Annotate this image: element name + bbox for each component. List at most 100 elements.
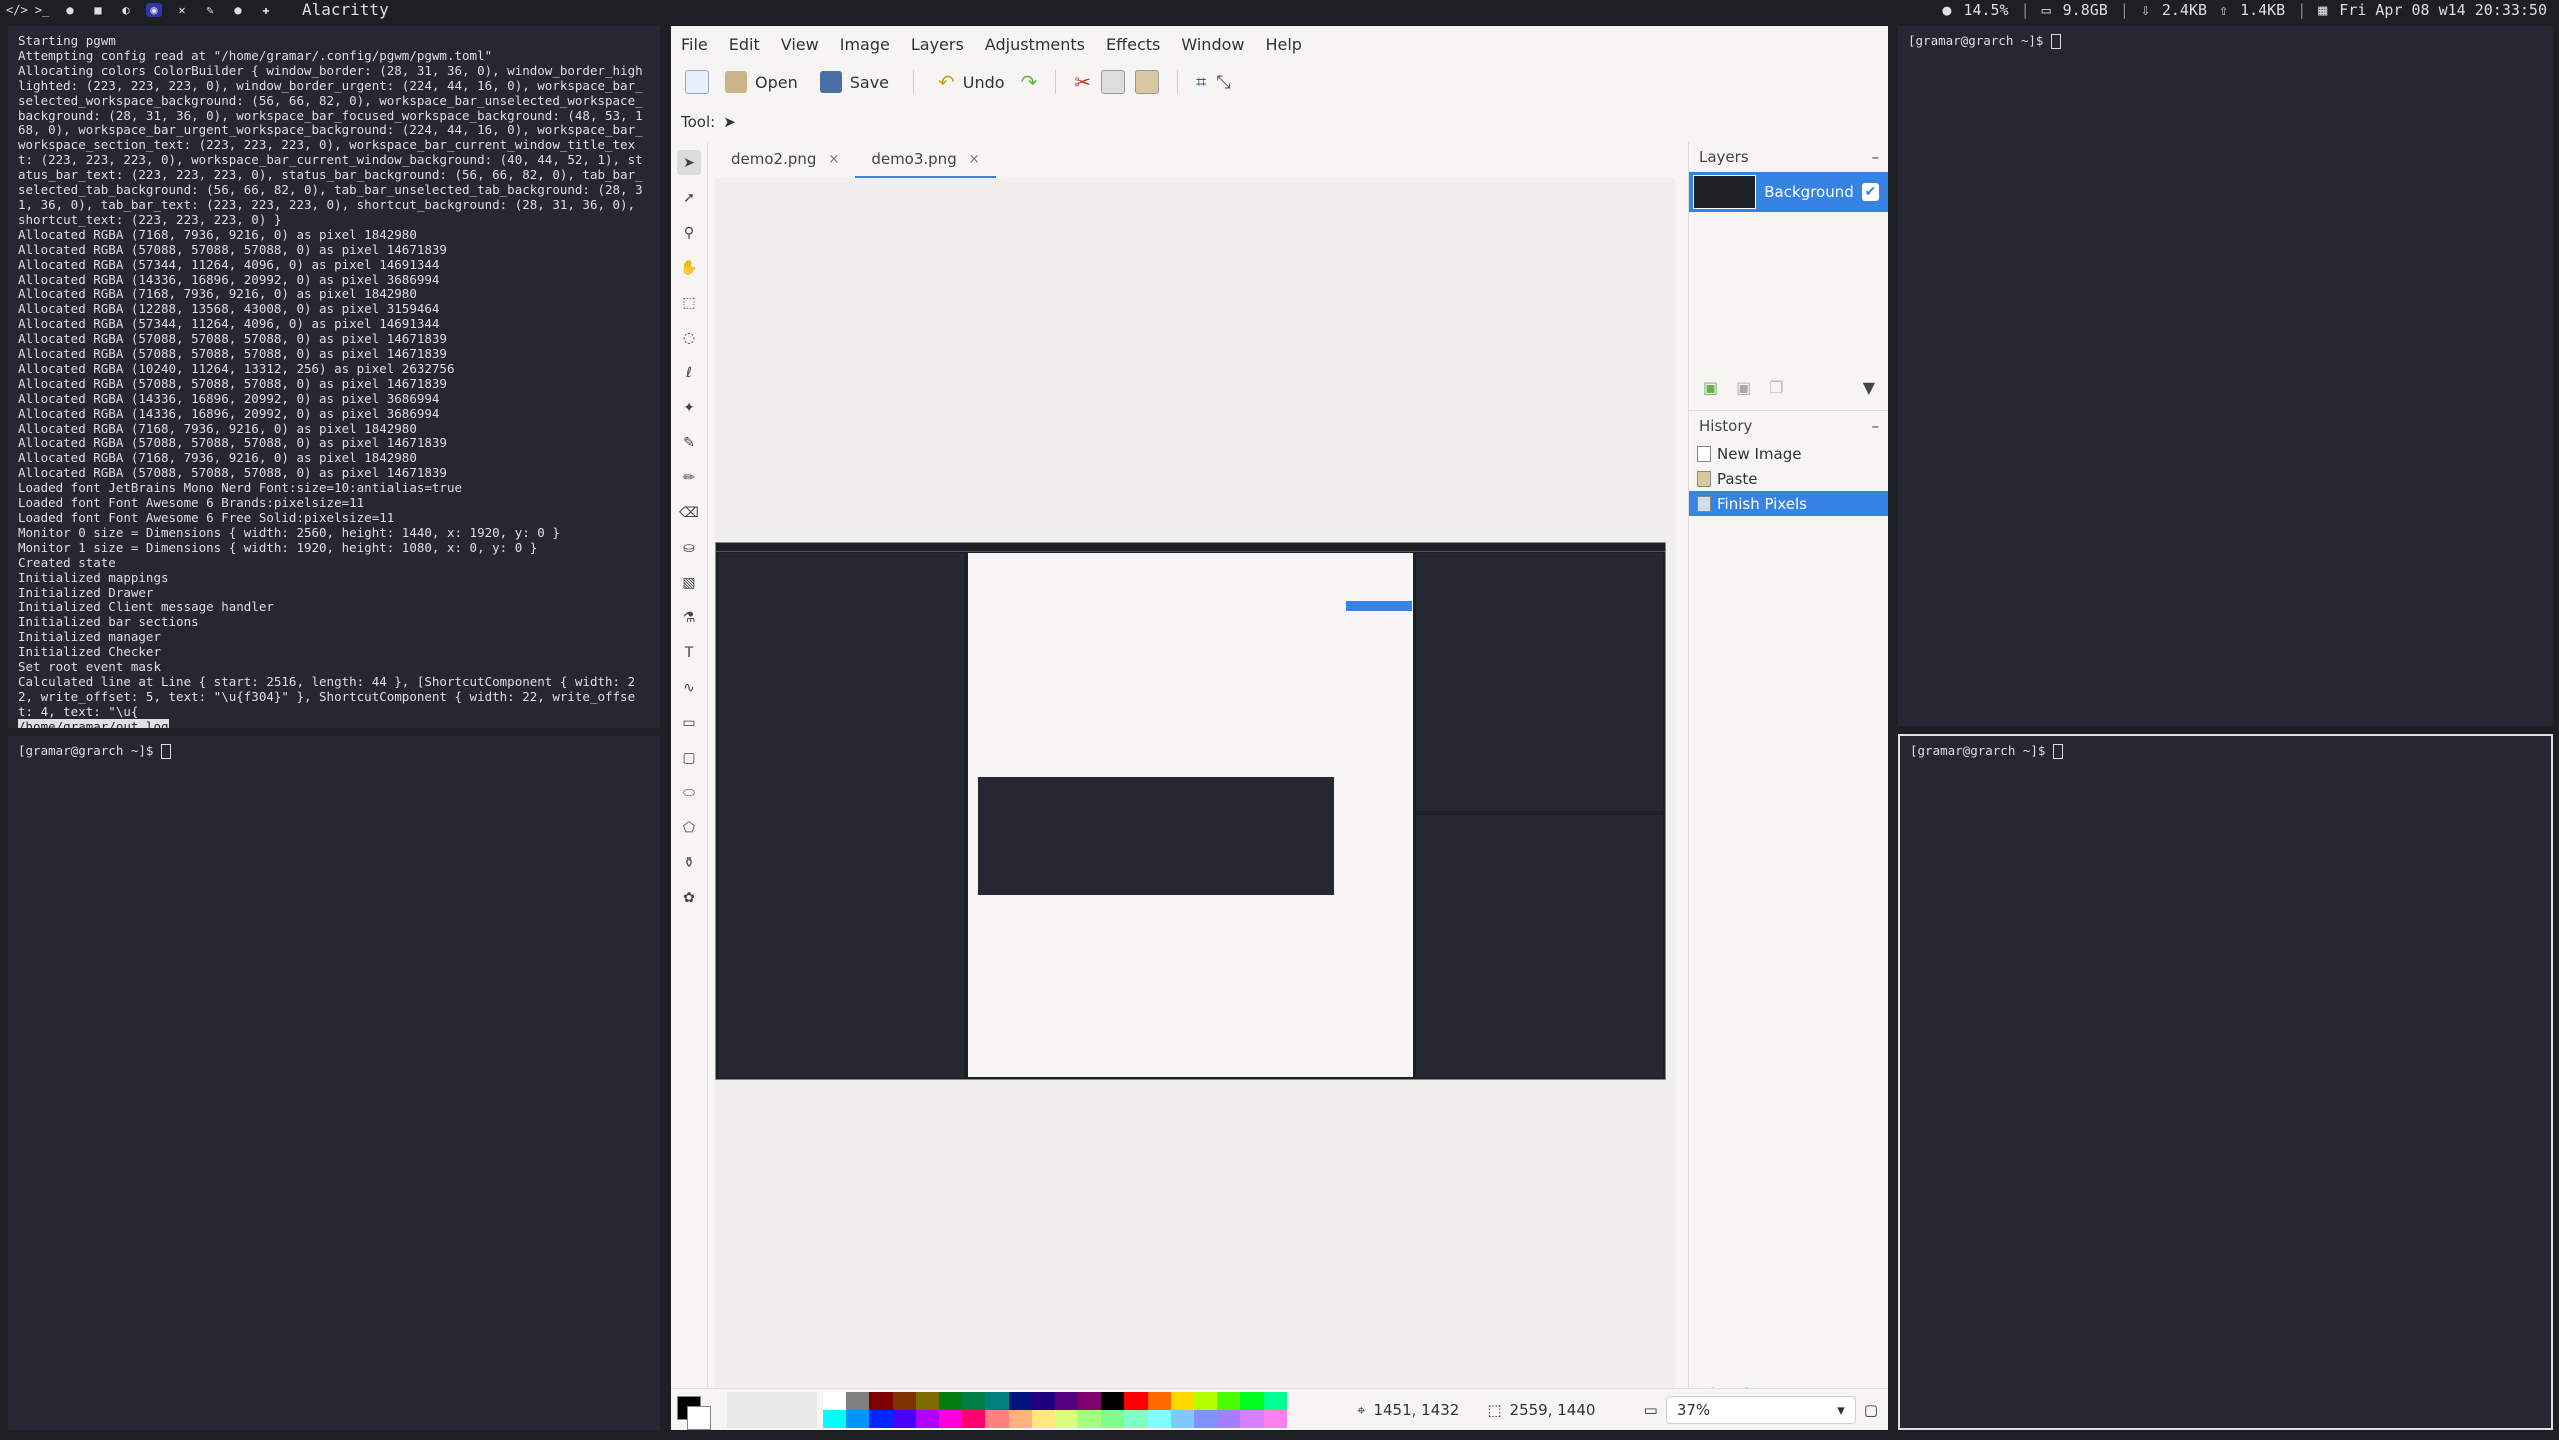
palette-swatch[interactable] [1170,1392,1194,1410]
recolor-icon[interactable]: ✿ [677,885,701,910]
workspace-8[interactable]: ✎ [202,3,218,17]
palette-swatch[interactable] [938,1410,963,1428]
palette-swatch[interactable] [892,1410,916,1428]
workspace-6[interactable]: ◉ [146,3,162,17]
palette-swatch[interactable] [915,1410,939,1428]
palette-swatch[interactable] [1008,1392,1032,1410]
palette-swatch[interactable] [1217,1410,1241,1428]
palette-swatch[interactable] [1101,1410,1125,1428]
workspace-9[interactable]: ● [230,3,246,17]
layer-menu-icon[interactable]: ▼ [1863,378,1875,397]
palette-swatch[interactable] [1124,1392,1148,1410]
palette-swatch[interactable] [1170,1410,1194,1428]
workspace-7[interactable]: ✕ [174,3,190,17]
palette-swatch[interactable] [846,1392,870,1410]
palette-swatch[interactable] [1078,1392,1102,1410]
palette-swatch[interactable] [985,1392,1009,1410]
history-item[interactable]: Paste [1689,466,1888,491]
open-button[interactable]: Open [719,67,804,97]
paintbrush-icon[interactable]: ✎ [677,430,701,455]
zoom-select[interactable]: 37% ▾ [1665,1396,1856,1424]
secondary-color[interactable] [687,1406,711,1430]
pan-tool-icon[interactable]: ✋ [677,255,701,280]
collapse-icon[interactable]: – [1872,417,1880,435]
history-item[interactable]: New Image [1689,441,1888,466]
pencil-icon[interactable]: ✏ [677,465,701,490]
workspace-1[interactable]: </> [6,3,28,17]
undo-button[interactable]: ↶ Undo [932,66,1011,98]
zoom-tool-icon[interactable]: ⚲ [677,220,701,245]
move-selection-tool-icon[interactable]: ➚ [677,185,701,210]
line-curve-icon[interactable]: ∿ [677,675,701,700]
workspace-3[interactable]: ● [62,3,78,17]
collapse-icon[interactable]: – [1872,148,1880,166]
menu-window[interactable]: Window [1181,35,1244,54]
recent-colors[interactable] [727,1392,817,1428]
paste-icon[interactable] [1135,70,1160,94]
menu-image[interactable]: Image [840,35,890,54]
palette-swatch[interactable] [1031,1410,1055,1428]
gradient-icon[interactable]: ▧ [677,570,701,595]
palette-swatch[interactable] [915,1392,939,1410]
palette-swatch[interactable] [1124,1410,1148,1428]
menu-adjustments[interactable]: Adjustments [985,35,1085,54]
palette-swatch[interactable] [823,1410,847,1428]
palette-swatch[interactable] [1008,1410,1032,1428]
palette-swatch[interactable] [985,1410,1009,1428]
palette-swatch[interactable] [1240,1410,1264,1428]
layer-visibility-checkbox[interactable]: ✔ [1861,183,1879,201]
copy-icon[interactable] [1101,70,1126,94]
menu-file[interactable]: File [681,35,708,54]
palette-swatch[interactable] [1031,1392,1055,1410]
palette-swatch[interactable] [869,1410,893,1428]
palette-swatch[interactable] [1101,1392,1125,1410]
menu-effects[interactable]: Effects [1106,35,1160,54]
rectangle-icon[interactable]: ▭ [677,710,701,735]
palette-swatch[interactable] [1054,1410,1079,1428]
crop-icon[interactable]: ⌗ [1196,72,1206,93]
magic-wand-icon[interactable]: ✦ [677,395,701,420]
paint-bucket-icon[interactable]: ⛀ [677,535,701,560]
palette-swatch[interactable] [869,1392,893,1410]
ellipse-select-icon[interactable]: ◌ [677,325,701,350]
palette-swatch[interactable] [962,1410,986,1428]
menu-edit[interactable]: Edit [729,35,760,54]
palette-swatch[interactable] [846,1410,870,1428]
rounded-rectangle-icon[interactable]: ▢ [677,745,701,770]
palette-swatch[interactable] [823,1392,847,1410]
menu-layers[interactable]: Layers [911,35,964,54]
rectangle-select-icon[interactable]: ⬚ [677,290,701,315]
workspace-5[interactable]: ◐ [118,3,134,17]
palette-swatch[interactable] [1054,1392,1079,1410]
palette-swatch[interactable] [938,1392,963,1410]
workspace-2[interactable]: >_ [34,3,50,17]
terminal-log[interactable]: Starting pgwm Attempting config read at "… [8,26,660,728]
freeform-shape-icon[interactable]: ⬠ [677,815,701,840]
zoom-window-icon[interactable]: ▢ [1864,1401,1878,1419]
workspace-10[interactable]: ✚ [258,3,274,17]
palette-swatch[interactable] [1147,1410,1171,1428]
color-palette[interactable] [823,1392,1287,1428]
palette-swatch[interactable] [1217,1392,1241,1410]
tab-demo3[interactable]: demo3.png × [855,142,996,179]
palette-swatch[interactable] [1240,1392,1264,1410]
menu-view[interactable]: View [781,35,819,54]
delete-layer-icon[interactable]: ▣ [1736,378,1751,397]
lasso-select-icon[interactable]: ℓ [677,360,701,385]
palette-swatch[interactable] [1147,1392,1171,1410]
zoom-fit-icon[interactable]: ▭ [1644,1401,1658,1419]
redo-icon[interactable]: ↷ [1021,70,1038,94]
canvas-area[interactable] [715,178,1675,1406]
close-icon[interactable]: × [969,152,980,167]
close-icon[interactable]: × [828,152,839,167]
terminal-left-bottom[interactable]: [gramar@grarch ~]$ [8,736,660,1430]
palette-swatch[interactable] [1194,1410,1218,1428]
cut-icon[interactable]: ✂ [1074,70,1091,94]
text-tool-icon[interactable]: T [677,640,701,665]
layer-row-background[interactable]: Background ✔ [1689,172,1888,212]
palette-swatch[interactable] [1078,1410,1102,1428]
deselect-icon[interactable]: ⤡ [1216,72,1230,93]
new-image-icon[interactable] [685,70,709,94]
color-selector[interactable] [677,1392,713,1430]
palette-swatch[interactable] [892,1392,916,1410]
